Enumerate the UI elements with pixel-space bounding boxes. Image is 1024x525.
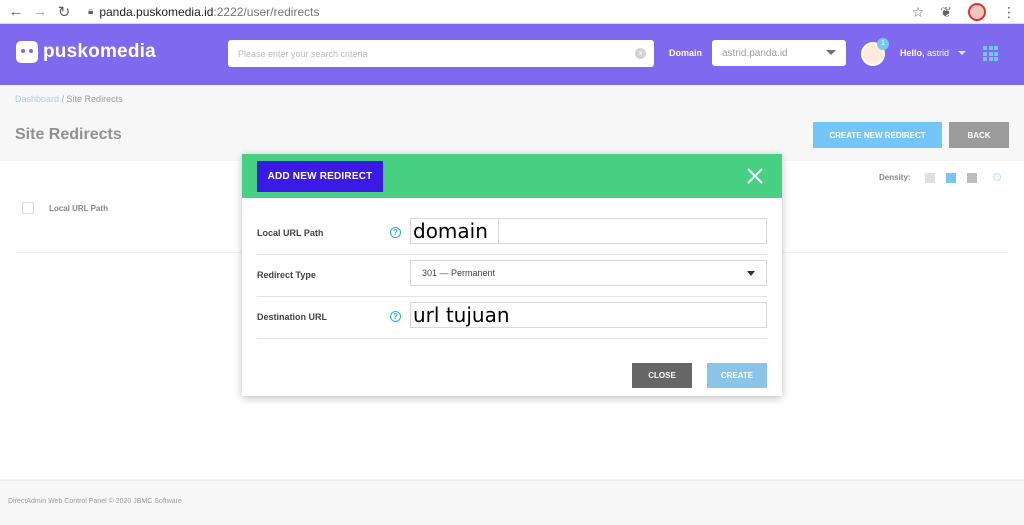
address-bar[interactable]: 🔒︎ panda.puskomedia.id :2222/user/redire… xyxy=(88,5,319,19)
redirect-type-value: 301 — Permanent xyxy=(422,268,496,278)
local-url-value: domain xyxy=(413,219,488,243)
extension-icon[interactable]: ❦ xyxy=(940,4,952,21)
destination-url-value: url tujuan xyxy=(413,303,510,327)
modal-header: ADD NEW REDIRECT xyxy=(242,154,782,198)
bookmark-star-icon[interactable]: ☆ xyxy=(912,4,925,21)
url-path: :2222/user/redirects xyxy=(213,4,320,19)
help-icon[interactable]: ? xyxy=(390,311,401,322)
form-row-local-url: Local URL Path ? domain xyxy=(257,213,767,255)
browser-toolbar: ← → ↻ 🔒︎ panda.puskomedia.id :2222/user/… xyxy=(0,0,1024,24)
destination-url-label: Destination URL xyxy=(257,312,328,322)
chevron-down-icon xyxy=(747,271,755,276)
add-redirect-modal: ADD NEW REDIRECT Local URL Path ? domain… xyxy=(242,154,782,396)
input-divider xyxy=(498,219,499,243)
profile-avatar[interactable] xyxy=(968,3,986,21)
help-icon[interactable]: ? xyxy=(390,227,401,238)
back-arrow-icon[interactable]: ← xyxy=(6,3,26,20)
close-icon[interactable] xyxy=(747,168,763,184)
url-host: panda.puskomedia.id xyxy=(99,4,214,19)
forward-arrow-icon[interactable]: → xyxy=(30,3,50,20)
form-row-redirect-type: Redirect Type 301 — Permanent xyxy=(257,255,767,297)
redirect-type-label: Redirect Type xyxy=(257,270,316,280)
close-button[interactable]: CLOSE xyxy=(632,363,692,388)
local-url-input[interactable]: domain xyxy=(410,218,767,244)
redirect-type-select[interactable]: 301 — Permanent xyxy=(410,260,767,286)
local-url-label: Local URL Path xyxy=(257,228,324,238)
destination-url-input[interactable]: url tujuan xyxy=(410,302,767,328)
lock-icon: 🔒︎ xyxy=(88,6,94,17)
browser-menu-icon[interactable]: ⋮ xyxy=(1002,4,1016,21)
create-button[interactable]: CREATE xyxy=(707,363,767,388)
form-row-destination-url: Destination URL ? url tujuan xyxy=(257,297,767,339)
modal-title-tab: ADD NEW REDIRECT xyxy=(257,161,383,192)
reload-icon[interactable]: ↻ xyxy=(54,3,74,21)
